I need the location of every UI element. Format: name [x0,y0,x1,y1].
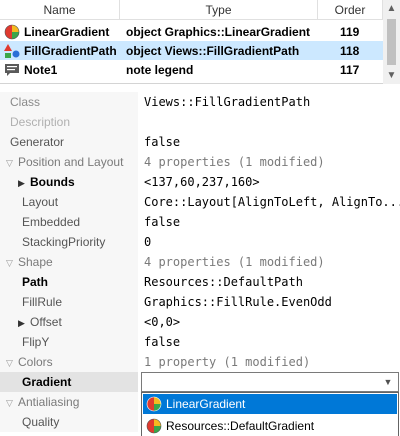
row-order: 117 [340,62,360,77]
property-layout[interactable]: Layout Core::Layout[AlignToLeft, AlignTo… [0,192,400,212]
dropdown-option-defaultgradient[interactable]: Resources::DefaultGradient [143,416,397,436]
category-position-and-layout[interactable]: ▽ Position and Layout 4 properties (1 mod… [0,152,400,172]
expand-triangle-icon[interactable]: ▽ [6,153,18,173]
property-bounds[interactable]: ▶ Bounds <137,60,237,160> [0,172,400,192]
column-header-type[interactable]: Type [120,0,318,20]
chevron-down-icon[interactable]: ▼ [382,373,394,391]
property-generator[interactable]: Generator false [0,132,400,152]
dropdown-option-label: LinearGradient [166,397,246,411]
row-type: note legend [126,62,194,77]
gradient-circle-icon [4,24,20,39]
gradient-dropdown-list: LinearGradient Resources::DefaultGradien… [141,392,399,436]
column-header-order[interactable]: Order [318,0,383,20]
category-colors[interactable]: ▽ Colors 1 property (1 modified) [0,352,400,372]
shape-icon [4,43,20,58]
scroll-down-icon[interactable]: ▼ [383,67,400,84]
property-flipy[interactable]: FlipY false [0,332,400,352]
collapse-triangle-icon[interactable]: ▶ [18,173,30,193]
list-scrollbar[interactable]: ▲ ▼ [383,0,400,84]
object-list: Name Type Order LinearGradient object Gr… [0,0,400,84]
property-description[interactable]: Description [0,112,400,132]
property-class[interactable]: Class Views::FillGradientPath [0,92,400,112]
gradient-circle-icon [146,418,162,434]
collapse-triangle-icon[interactable]: ▶ [18,313,30,333]
property-path[interactable]: Path Resources::DefaultPath [0,272,400,292]
list-row-lineargradient[interactable]: LinearGradient object Graphics::LinearGr… [0,22,383,41]
gradient-circle-icon [146,396,162,412]
row-name: FillGradientPath [24,43,117,58]
property-offset[interactable]: ▶ Offset <0,0> [0,312,400,332]
property-stackingpriority[interactable]: StackingPriority 0 [0,232,400,252]
row-type: object Graphics::LinearGradient [126,24,311,39]
list-row-note1[interactable]: Note1 note legend 117 [0,60,383,79]
row-order: 119 [340,24,360,39]
note-icon [5,63,19,76]
list-row-fillgradientpath[interactable]: FillGradientPath object Views::FillGradi… [0,41,383,60]
property-fillrule[interactable]: FillRule Graphics::FillRule.EvenOdd [0,292,400,312]
category-shape[interactable]: ▽ Shape 4 properties (1 modified) [0,252,400,272]
expand-triangle-icon[interactable]: ▽ [6,393,18,413]
list-header: Name Type Order [0,0,383,20]
row-order: 118 [340,43,360,58]
row-type: object Views::FillGradientPath [126,43,300,58]
expand-triangle-icon[interactable]: ▽ [6,353,18,373]
row-name: Note1 [24,62,58,77]
dropdown-option-lineargradient[interactable]: LinearGradient [143,394,397,414]
row-name: LinearGradient [24,24,110,39]
expand-triangle-icon[interactable]: ▽ [6,253,18,273]
scroll-up-icon[interactable]: ▲ [383,0,400,17]
property-embedded[interactable]: Embedded false [0,212,400,232]
column-header-name[interactable]: Name [0,0,120,20]
dropdown-option-label: Resources::DefaultGradient [166,419,315,433]
gradient-combo[interactable]: ▼ [141,372,399,392]
scroll-thumb[interactable] [387,19,396,65]
